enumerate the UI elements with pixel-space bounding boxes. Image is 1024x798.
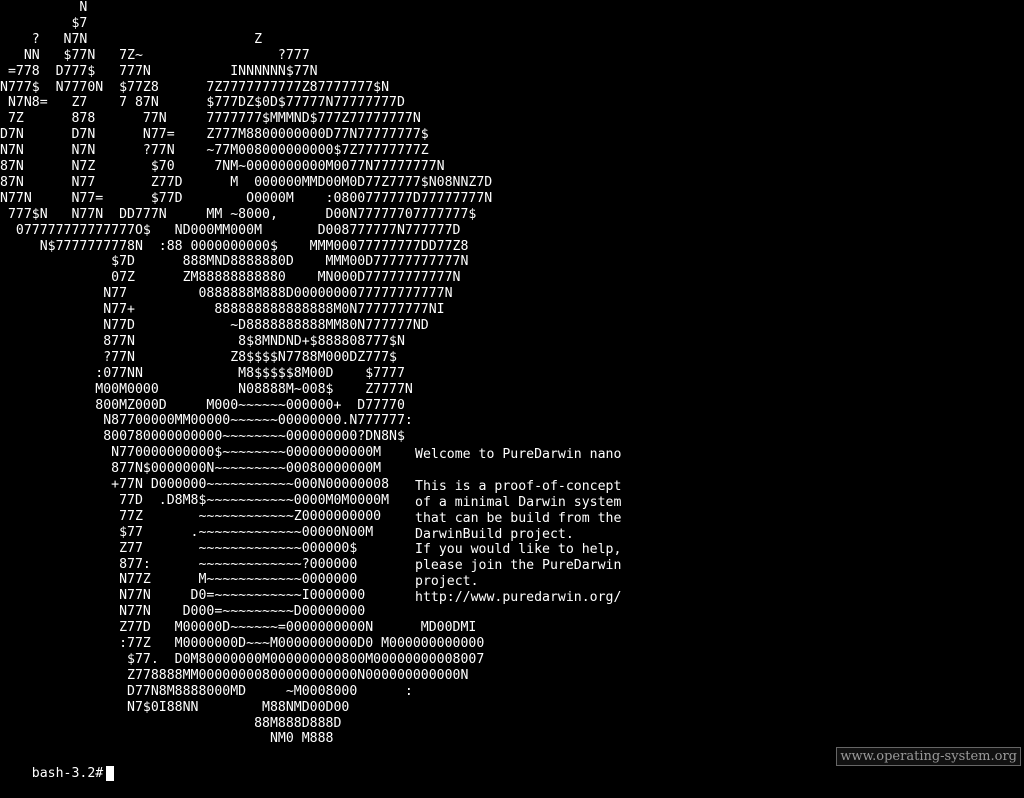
welcome-line: DarwinBuild project. bbox=[415, 526, 574, 542]
ascii-art-line: D77N8M8888000MD ~M0008000 : bbox=[0, 683, 413, 699]
ascii-art-line: 7Z 878 77N 7777777$MMMND$777Z77777777N bbox=[0, 111, 421, 127]
ascii-art-line: 777$N N77N DD777N MM ~8000, D00N77777707… bbox=[0, 206, 477, 222]
ascii-art-line: 88M888D888D bbox=[0, 715, 342, 731]
ascii-art-line: N770000000000$~~~~~~~~00000000000M bbox=[0, 445, 382, 461]
ascii-art-line: N7N8= Z7 7 87N $777DZ$0D$77777N77777777D bbox=[0, 95, 405, 111]
ascii-art-line: N87700000MM00000~~~~~~00000000.N777777: bbox=[0, 413, 413, 429]
ascii-art-line: NM0 M888 bbox=[0, 731, 334, 747]
ascii-art-line: $77. D0M80000000M000000000800M0000000000… bbox=[0, 651, 485, 667]
text-cursor bbox=[106, 766, 115, 781]
ascii-art-line: N77D ~D8888888888MM80N777777ND bbox=[0, 318, 429, 333]
ascii-art-line: N77N D000=~~~~~~~~~D00000000 bbox=[0, 604, 366, 620]
welcome-line: Welcome to PureDarwin nano bbox=[415, 447, 622, 462]
watermark-label: www.operating-system.org bbox=[836, 747, 1021, 766]
ascii-art-line: 07Z ZM88888888880 MN000D77777777777N bbox=[0, 270, 461, 286]
welcome-line: please join the PureDarwin bbox=[415, 558, 622, 574]
ascii-art-line: :077NN M8$$$$$8M00D $7777 bbox=[0, 365, 405, 381]
ascii-art-line: N777$ N7770N $77Z8 7Z7777777777Z87777777… bbox=[0, 79, 390, 95]
ascii-art-line: 077777777777777O$ ND000MM000M D008777777… bbox=[0, 222, 461, 238]
welcome-line: If you would like to help, bbox=[415, 542, 622, 558]
ascii-art-line: ?77N Z8$$$$N7788M000DZ777$ bbox=[0, 349, 397, 365]
ascii-art-line: N bbox=[0, 0, 88, 15]
ascii-art-line: N77+ 888888888888888M0N777777777NI bbox=[0, 302, 445, 318]
ascii-art-line: N77N D0=~~~~~~~~~~~I0000000 bbox=[0, 588, 366, 604]
ascii-art-line: 877N$0000000N~~~~~~~~~00080000000M bbox=[0, 461, 382, 477]
ascii-art-line: =778 D777$ 777N INNNNNN$77N bbox=[0, 63, 318, 79]
ascii-art-line: $7 bbox=[0, 15, 88, 31]
prompt-text: bash-3.2# bbox=[31, 766, 104, 781]
welcome-line: This is a proof-of-concept bbox=[415, 478, 622, 494]
welcome-line: that can be build from the bbox=[415, 510, 622, 526]
ascii-art-line: N77 0888888M888D0000000077777777777N bbox=[0, 286, 453, 302]
ascii-art-line: Z778888MM00000000800000000000N0000000000… bbox=[0, 667, 469, 683]
ascii-art-line: N7N N7N ?77N ~77M008000000000$7Z77777777… bbox=[0, 143, 429, 159]
ascii-art-line: Z77D M00000D~~~~~~=0000000000N MD00DMI bbox=[0, 620, 477, 636]
command-prompt[interactable]: bash-3.2# bbox=[0, 750, 115, 781]
ascii-art-line: 77Z ~~~~~~~~~~~~Z0000000000 bbox=[0, 508, 382, 524]
ascii-art-line: NN $77N 7Z~ ?777 bbox=[0, 47, 310, 63]
ascii-art-line: N7$0I88NN M88NMD00D00 bbox=[0, 699, 350, 715]
ascii-art-line: D7N D7N N77= Z777M8800000000D77N77777777… bbox=[0, 127, 429, 143]
welcome-line: project. bbox=[415, 574, 479, 590]
welcome-line: http://www.puredarwin.org/ bbox=[415, 590, 622, 606]
ascii-art-line: N$7777777778N :88 0000000000$ MMM0007777… bbox=[0, 238, 469, 254]
ascii-art-line: 87N N7Z $70 7NM~0000000000M0077N77777777… bbox=[0, 159, 445, 174]
ascii-art-line: ? N7N Z bbox=[0, 31, 263, 47]
ascii-art-line: N77N N77= $77D O0000M :0800777777D777777… bbox=[0, 190, 493, 206]
ascii-art-line: Z77 ~~~~~~~~~~~~~000000$ bbox=[0, 540, 358, 556]
ascii-art-line: $77 .~~~~~~~~~~~~~00000N00M bbox=[0, 524, 374, 540]
ascii-art-line: 87N N77 Z77D M 000000MMD00M0D77Z7777$N08… bbox=[0, 174, 493, 190]
ascii-art-line: 77D .D8M8$~~~~~~~~~~~0000M0M0000M bbox=[0, 492, 390, 508]
ascii-art-line: 800780000000000~~~~~~~~000000000?DN8N$ bbox=[0, 429, 405, 445]
ascii-art-line: M00M0000 N08888M~008$ Z7777N bbox=[0, 381, 413, 397]
ascii-art-line: N77Z M~~~~~~~~~~~~0000000 bbox=[0, 572, 358, 588]
ascii-art-line: +77N D000000~~~~~~~~~~~000N00000008 bbox=[0, 477, 390, 492]
ascii-art-line: :77Z M0000000D~~~M0000000000D0 M00000000… bbox=[0, 636, 485, 651]
welcome-line: of a minimal Darwin system bbox=[415, 494, 622, 510]
ascii-art-line: 877: ~~~~~~~~~~~~~?000000 bbox=[0, 556, 358, 572]
terminal-screen[interactable]: N $7 ? N7N Z NN $77N 7Z~ ?777 =778 D777$… bbox=[0, 0, 1024, 781]
ascii-art-line: $7D 888MND8888880D MMM00D77777777777N bbox=[0, 254, 469, 270]
ascii-art-line: 877N 8$8MNDND+$888808777$N bbox=[0, 333, 405, 349]
ascii-art-line: 800MZ000D M000~~~~~~000000+ D77770 bbox=[0, 397, 405, 413]
